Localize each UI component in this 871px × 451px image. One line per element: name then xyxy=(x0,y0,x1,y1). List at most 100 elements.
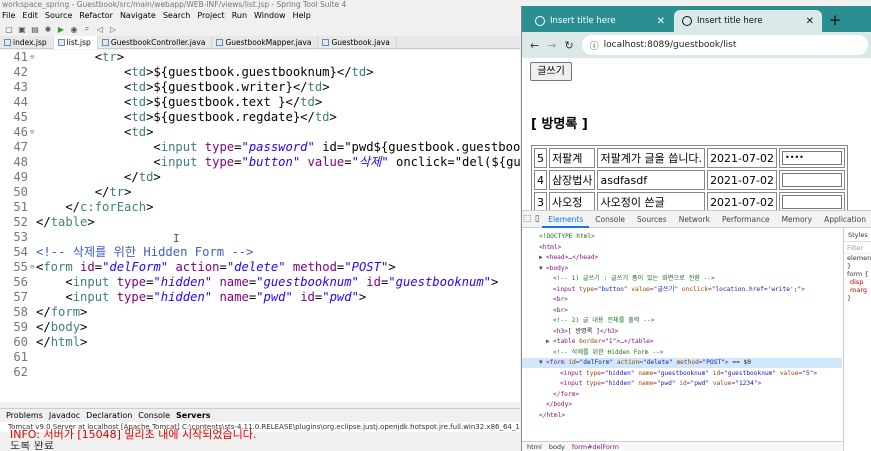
dom-node-text: <h3>[ 방명록 ]</h3> xyxy=(553,327,619,335)
dom-node[interactable]: ▼ <body> xyxy=(522,264,842,274)
back-arrow-icon[interactable]: ← xyxy=(530,39,539,52)
devtools-tab-performance[interactable]: Performance xyxy=(716,211,776,228)
menu-item-refactor[interactable]: Refactor xyxy=(79,9,113,22)
dom-node[interactable]: <br> xyxy=(522,306,842,316)
table-row: 5 저팔계 저팔계가 글을 씁니다. 2021-07-02 •••• xyxy=(534,148,845,168)
save-icon[interactable]: ▣ xyxy=(17,24,27,34)
device-toggle-icon[interactable]: ▯ xyxy=(532,211,542,228)
selected-dom-node[interactable]: ▼ <form id="delForm" action="delete" meth… xyxy=(522,358,842,368)
code-text: </tr> xyxy=(36,185,132,199)
dom-node-text: <html> xyxy=(539,243,562,251)
bottom-tab-javadoc[interactable]: Javadoc xyxy=(49,409,80,422)
line-number: 55 xyxy=(13,260,28,274)
reload-icon[interactable]: ↻ xyxy=(564,39,573,52)
dom-node[interactable]: <input type="hidden" name="pwd" id="pwd"… xyxy=(522,379,842,389)
dom-node-text: <br> xyxy=(553,306,568,314)
menu-item-navigate[interactable]: Navigate xyxy=(120,9,156,22)
devtools-tab-application[interactable]: Application xyxy=(818,211,871,228)
back-icon[interactable]: ◁ xyxy=(95,24,105,34)
devtools-tab-memory[interactable]: Memory xyxy=(776,211,819,228)
dom-node[interactable]: <input type="hidden" name="guestbooknum"… xyxy=(522,369,842,379)
devtools-tab-console[interactable]: Console xyxy=(589,211,631,228)
code-text: </c:forEach> xyxy=(36,200,154,214)
dom-node[interactable]: </html> xyxy=(522,411,842,421)
console-log-line: INFO: 서버가 [15048] 밀리초 내에 시작되었습니다. xyxy=(10,429,257,441)
menu-item-help[interactable]: Help xyxy=(293,9,311,22)
menu-item-file[interactable]: File xyxy=(2,9,15,22)
dom-node[interactable]: <!-- 1) 글쓰기 : 글쓰기 폼이 있는 화면으로 전환 --> xyxy=(522,274,842,284)
write-button[interactable]: 글쓰기 xyxy=(530,62,572,81)
password-input[interactable] xyxy=(782,195,842,209)
globe-icon xyxy=(682,16,692,26)
dom-node[interactable]: ▶ <table border="1">…</table> xyxy=(522,337,842,347)
browser-tab-1[interactable]: Insert title here ✕ xyxy=(527,10,673,32)
dom-node[interactable]: <input type="button" value="글쓰기" onclick… xyxy=(522,285,842,295)
breadcrumb-item[interactable]: html xyxy=(527,442,542,451)
close-tab-icon[interactable]: ✕ xyxy=(657,16,665,27)
address-bar[interactable]: ⓘ localhost:8089/guestbook/list xyxy=(581,35,868,55)
server-icon[interactable]: ◉ xyxy=(69,24,79,34)
run-icon[interactable]: ▶ xyxy=(56,24,66,34)
editor-tab[interactable]: GuestbookController.java xyxy=(98,36,213,49)
dom-node[interactable]: </form> xyxy=(522,390,842,400)
editor-tab[interactable]: index.jsp xyxy=(0,36,54,49)
menu-item-project[interactable]: Project xyxy=(197,9,224,22)
dom-node[interactable]: <html> xyxy=(522,243,842,253)
bottom-tab-servers[interactable]: Servers xyxy=(176,409,210,422)
expand-triangle-icon[interactable]: ▼ xyxy=(539,358,546,368)
line-number: 44 xyxy=(13,95,28,109)
dom-node[interactable]: <br> xyxy=(522,295,842,305)
dom-node[interactable]: <!-- 2) 글 내용 전체를 출력 --> xyxy=(522,316,842,326)
search-icon[interactable]: ⌕ xyxy=(82,24,92,34)
devtools-tab-sources[interactable]: Sources xyxy=(631,211,673,228)
dom-breadcrumb: html body form#delForm xyxy=(522,441,843,451)
forward-arrow-icon[interactable]: → xyxy=(547,39,556,52)
line-number: 43 xyxy=(13,80,28,94)
code-editor[interactable]: I 41 ⊖ <tr> 42 <td>${guestbook.guestbooknu… xyxy=(0,50,520,402)
bottom-tab-console[interactable]: Console xyxy=(138,409,170,422)
line-number: 58 xyxy=(13,305,28,319)
inspect-element-icon[interactable]: ⬚ xyxy=(522,211,532,228)
menu-item-window[interactable]: Window xyxy=(254,9,286,22)
editor-tab[interactable]: Guestbook.java xyxy=(318,36,397,49)
menu-item-source[interactable]: Source xyxy=(45,9,72,22)
dom-node-text: <body> xyxy=(546,264,569,272)
new-icon[interactable]: ▢ xyxy=(4,24,14,34)
expand-triangle-icon[interactable]: ▶ xyxy=(539,253,546,263)
styles-tab[interactable]: Styles xyxy=(844,228,871,242)
dom-node[interactable]: ▶ <head>…</head> xyxy=(522,253,842,263)
dom-node[interactable]: <h3>[ 방명록 ]</h3> xyxy=(522,327,842,337)
breadcrumb-item[interactable]: form#delForm xyxy=(572,442,619,451)
dom-node[interactable]: <!DOCTYPE html> xyxy=(522,232,842,242)
print-icon[interactable]: ▤ xyxy=(30,24,40,34)
style-rule-line: marg xyxy=(850,286,867,294)
password-input[interactable]: •••• xyxy=(782,151,842,165)
menu-item-edit[interactable]: Edit xyxy=(22,9,38,22)
close-tab-icon[interactable]: ✕ xyxy=(806,16,814,27)
password-input[interactable] xyxy=(782,173,842,187)
menu-item-search[interactable]: Search xyxy=(163,9,190,22)
bottom-tab-declaration[interactable]: Declaration xyxy=(86,409,132,422)
breadcrumb-item[interactable]: body xyxy=(549,442,565,451)
dom-node[interactable]: <!-- 삭제를 위한 Hidden Form --> xyxy=(522,348,842,358)
browser-tab-2[interactable]: Insert title here ✕ xyxy=(674,10,822,32)
editor-tab[interactable]: list.jsp xyxy=(53,36,98,49)
expand-triangle-icon[interactable]: ▶ xyxy=(546,337,553,347)
menu-item-run[interactable]: Run xyxy=(232,9,247,22)
editor-tab[interactable]: GuestbookMapper.java xyxy=(212,36,319,49)
debug-icon[interactable]: ✱ xyxy=(43,24,53,34)
bottom-tab-problems[interactable]: Problems xyxy=(6,409,43,422)
devtools-tab-network[interactable]: Network xyxy=(673,211,716,228)
forward-icon[interactable]: ▷ xyxy=(108,24,118,34)
expand-triangle-icon[interactable]: ▼ xyxy=(539,264,546,274)
dom-node-text: <!DOCTYPE html> xyxy=(539,233,595,240)
devtools-tab-elements[interactable]: Elements xyxy=(542,211,590,228)
cell-password: •••• xyxy=(779,148,845,168)
styles-filter-input[interactable]: Filter xyxy=(844,242,871,254)
info-icon[interactable]: ⓘ xyxy=(590,39,599,52)
cell-num: 5 xyxy=(534,148,547,168)
new-tab-icon[interactable]: + xyxy=(826,11,844,29)
editor-tab-label: list.jsp xyxy=(66,38,91,47)
code-line: 58 </form> xyxy=(0,305,520,320)
dom-node[interactable]: </body> xyxy=(522,400,842,410)
